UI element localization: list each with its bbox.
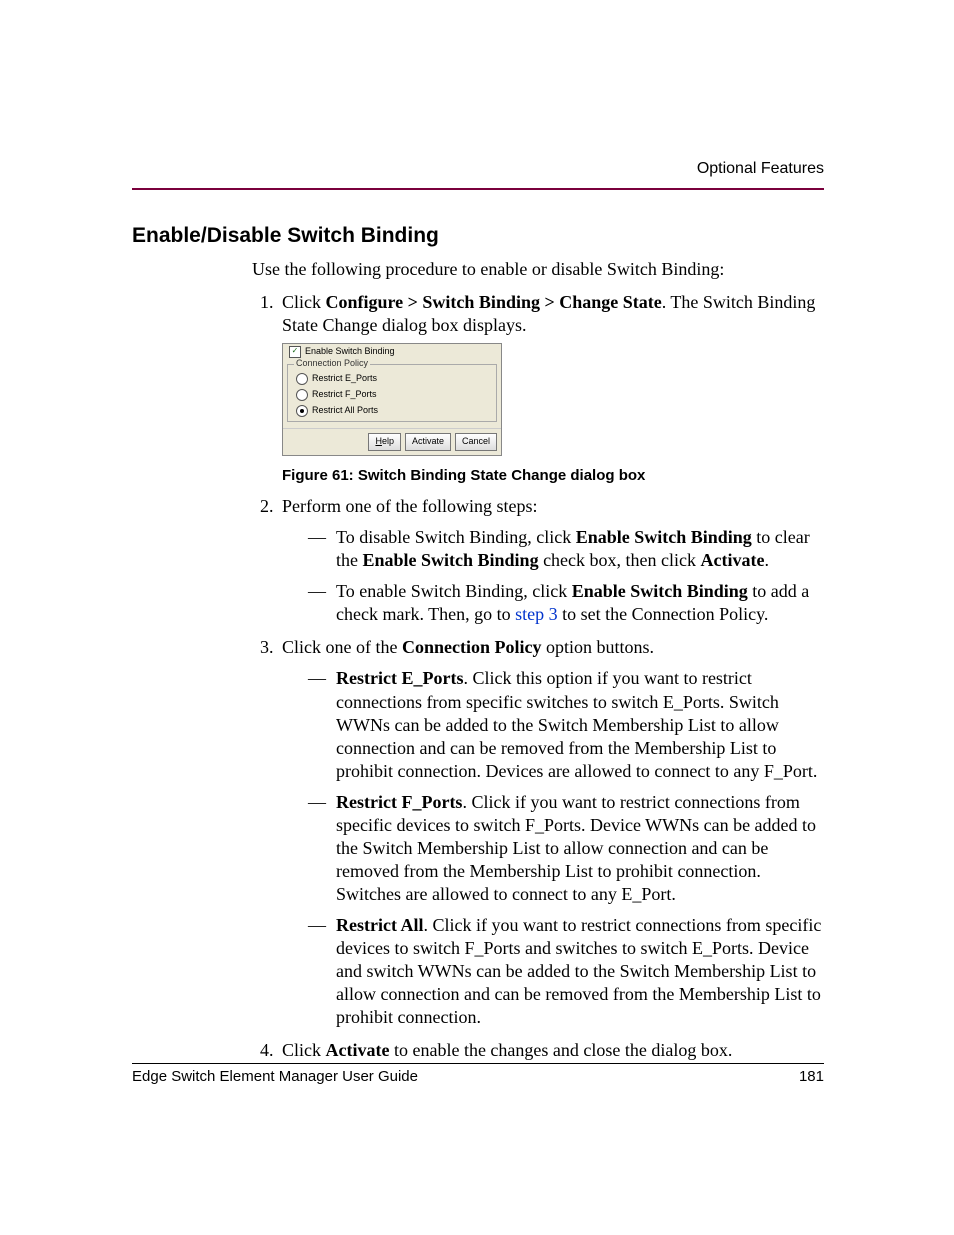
bold-text: Enable Switch Binding [572, 581, 748, 601]
bold-text: Activate [326, 1040, 390, 1060]
step-3-restrict-e: Restrict E_Ports. Click this option if y… [308, 667, 824, 782]
intro-paragraph: Use the following procedure to enable or… [252, 258, 824, 281]
dialog-screenshot: ✓ Enable Switch Binding Connection Polic… [282, 343, 502, 456]
header-rule [132, 188, 824, 190]
step-3-restrict-f: Restrict F_Ports. Click if you want to r… [308, 791, 824, 906]
bold-text: Enable Switch Binding [363, 550, 539, 570]
option-title: Restrict E_Ports [336, 668, 463, 688]
text: Click [282, 1040, 326, 1060]
footer-guide-title: Edge Switch Element Manager User Guide [132, 1068, 418, 1085]
text: to set the Connection Policy. [558, 604, 769, 624]
step-4: Click Activate to enable the changes and… [278, 1039, 824, 1062]
restrict-e-ports-radio[interactable] [296, 373, 308, 385]
running-head: Optional Features [132, 160, 824, 178]
step-1-pre: Click [282, 292, 326, 312]
option-title: Restrict All [336, 915, 423, 935]
footer-rule [132, 1063, 824, 1064]
step-3-link[interactable]: step 3 [515, 604, 558, 624]
activate-button[interactable]: Activate [405, 433, 451, 451]
section-title: Enable/Disable Switch Binding [132, 224, 824, 248]
figure-caption: Figure 61: Switch Binding State Change d… [282, 466, 824, 485]
restrict-all-ports-radio[interactable] [296, 405, 308, 417]
step-2-disable: To disable Switch Binding, click Enable … [308, 526, 824, 572]
footer-page-number: 181 [799, 1068, 824, 1085]
bold-text: Enable Switch Binding [576, 527, 752, 547]
text: To enable Switch Binding, click [336, 581, 572, 601]
restrict-f-ports-label: Restrict F_Ports [312, 389, 377, 401]
bold-text: Connection Policy [402, 637, 542, 657]
step-2-lead: Perform one of the following steps: [282, 496, 537, 516]
step-3-restrict-all: Restrict All. Click if you want to restr… [308, 914, 824, 1029]
text: Click one of the [282, 637, 402, 657]
step-2-enable: To enable Switch Binding, click Enable S… [308, 580, 824, 626]
restrict-f-ports-radio[interactable] [296, 389, 308, 401]
cancel-button[interactable]: Cancel [455, 433, 497, 451]
step-1: Click Configure > Switch Binding > Chang… [278, 291, 824, 485]
enable-switch-binding-checkbox[interactable]: ✓ [289, 346, 301, 358]
text: to enable the changes and close the dial… [389, 1040, 732, 1060]
help-button[interactable]: Help [368, 433, 401, 451]
page-footer: Edge Switch Element Manager User Guide 1… [132, 1063, 824, 1085]
step-1-menu-path: Configure > Switch Binding > Change Stat… [326, 292, 662, 312]
connection-policy-group-title: Connection Policy [294, 358, 370, 370]
step-2: Perform one of the following steps: To d… [278, 495, 824, 626]
text: option buttons. [541, 637, 654, 657]
connection-policy-group: Connection Policy Restrict E_Ports Restr… [287, 364, 497, 422]
restrict-e-ports-label: Restrict E_Ports [312, 373, 377, 385]
bold-text: Activate [701, 550, 765, 570]
text: . [764, 550, 769, 570]
option-title: Restrict F_Ports [336, 792, 462, 812]
text: To disable Switch Binding, click [336, 527, 576, 547]
text: check box, then click [539, 550, 701, 570]
restrict-all-ports-label: Restrict All Ports [312, 405, 378, 417]
enable-switch-binding-label: Enable Switch Binding [305, 346, 395, 358]
step-3: Click one of the Connection Policy optio… [278, 636, 824, 1029]
